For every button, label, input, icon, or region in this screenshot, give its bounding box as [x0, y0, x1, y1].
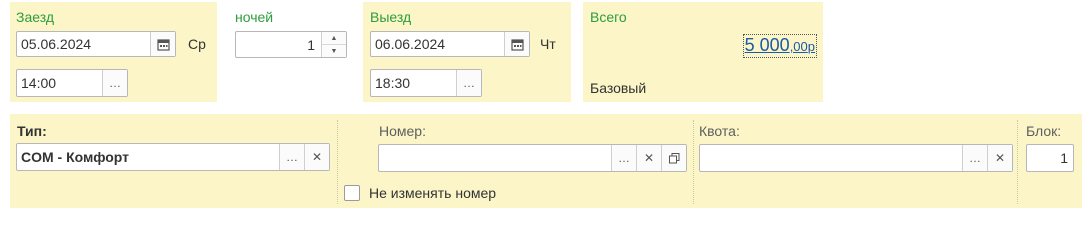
more-icon: … [109, 76, 121, 90]
total-label: Всего [590, 9, 627, 25]
checkout-label: Выезд [370, 9, 412, 25]
checkin-date-field[interactable]: 05.06.2024 [16, 31, 176, 57]
checkout-time-value: 18:30 [375, 75, 411, 91]
nights-label: ночей [235, 9, 274, 25]
nights-stepper[interactable]: 1 ▲ ▼ [235, 31, 347, 58]
total-cents: ,00 [789, 39, 808, 54]
checkout-time-field[interactable]: 18:30 … [370, 69, 482, 97]
total-amount: 5 000 [744, 35, 790, 55]
checkout-time-choose-button[interactable]: … [456, 70, 481, 96]
divider [1017, 120, 1018, 204]
quota-choose-button[interactable]: … [962, 145, 987, 171]
checkout-date-value: 06.06.2024 [375, 36, 446, 52]
quota-clear-button[interactable]: ✕ [987, 145, 1012, 171]
nights-value: 1 [307, 36, 315, 53]
total-currency: р [807, 39, 815, 54]
tariff-label: Базовый [590, 80, 647, 96]
checkout-weekday: Чт [540, 36, 556, 52]
block-label: Блок: [1026, 123, 1062, 139]
checkin-time-value: 14:00 [21, 75, 57, 91]
calendar-button[interactable] [150, 32, 175, 56]
quota-field[interactable]: … ✕ [699, 144, 1013, 172]
room-number-choose-button[interactable]: … [611, 145, 636, 171]
more-icon: … [463, 76, 475, 90]
room-type-field[interactable]: COM - Комфорт … ✕ [16, 143, 330, 171]
calendar-icon [156, 38, 170, 51]
checkin-weekday: Ср [188, 36, 206, 52]
clear-icon: ✕ [643, 151, 655, 165]
open-window-icon [668, 152, 679, 163]
checkin-time-choose-button[interactable]: … [102, 70, 127, 96]
clear-icon: ✕ [311, 150, 323, 164]
checkout-date-field[interactable]: 06.06.2024 [370, 31, 530, 57]
more-icon: … [618, 151, 630, 165]
block-value: 1 [1060, 150, 1068, 166]
more-icon: … [286, 150, 298, 164]
calendar-button[interactable] [504, 32, 529, 56]
more-icon: … [969, 151, 981, 165]
room-type-value: COM - Комфорт [21, 149, 130, 165]
room-type-choose-button[interactable]: … [279, 144, 304, 170]
keep-room-label: Не изменять номер [369, 185, 497, 201]
room-type-label: Тип: [17, 123, 47, 139]
room-number-field[interactable]: … ✕ [378, 144, 687, 172]
divider [337, 120, 338, 204]
nights-stepper-buttons: ▲ ▼ [321, 32, 346, 57]
checkin-date-value: 05.06.2024 [21, 36, 92, 52]
stepper-up-icon[interactable]: ▲ [322, 32, 346, 45]
stepper-down-icon[interactable]: ▼ [322, 45, 346, 57]
room-type-clear-button[interactable]: ✕ [304, 144, 329, 170]
block-field[interactable]: 1 [1026, 144, 1074, 172]
checkin-time-field[interactable]: 14:00 … [16, 69, 128, 97]
room-number-label: Номер: [379, 123, 426, 139]
calendar-icon [510, 38, 524, 51]
room-number-open-button[interactable] [661, 145, 686, 171]
clear-icon: ✕ [994, 151, 1006, 165]
total-amount-link[interactable]: 5 000,00р [742, 34, 817, 58]
checkin-label: Заезд [16, 9, 55, 25]
divider [693, 120, 694, 204]
quota-label: Квота: [699, 123, 740, 139]
keep-room-checkbox[interactable] [344, 185, 360, 201]
room-number-clear-button[interactable]: ✕ [636, 145, 661, 171]
